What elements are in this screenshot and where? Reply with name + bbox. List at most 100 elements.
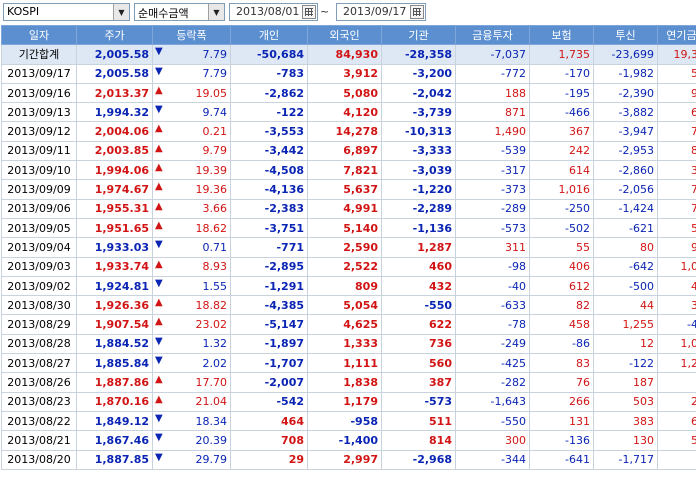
metric-select[interactable]: 순매수금액 ▼: [134, 3, 225, 21]
foreign-cell: 14,278: [307, 121, 382, 142]
foreign-cell: 809: [307, 275, 382, 297]
individual-cell: -2,007: [230, 372, 308, 393]
insurance-cell: 76: [529, 372, 594, 393]
table-row[interactable]: 2013/08/30 1,926.36 ▲ 18.82 -4,385 5,054 -550-…: [1, 295, 696, 316]
table-row[interactable]: 2013/09/17 2,005.58 ▼ 7.79 -783 3,912 -3,200 -7…: [1, 63, 696, 84]
column-header-insurance[interactable]: 보험: [529, 24, 594, 46]
table-row[interactable]: 2013/08/23 1,870.16 ▲ 21.04 -542 1,179 -573 -1,…: [1, 391, 696, 412]
change-cell: ▲ 19.05: [152, 82, 231, 104]
table-row[interactable]: 2013/08/22 1,849.12 ▼ 18.34 464 -958 511 -550 13…: [1, 410, 696, 432]
change-cell: ▲ 3.66: [152, 198, 231, 219]
financial-investment-cell: -633: [455, 295, 530, 316]
change-value: 23.02: [195, 318, 228, 332]
pension-cell: 625: [657, 102, 696, 123]
individual-cell: -122: [230, 102, 308, 123]
date-cell: 2013/08/28: [1, 333, 77, 355]
table-row[interactable]: 2013/08/20 1,887.85 ▼ 29.79 29 2,997 -2,968 -34…: [1, 449, 696, 470]
table-row[interactable]: 2013/08/29 1,907.54 ▲ 23.02 -5,147 4,625 622 -7…: [1, 314, 696, 335]
change-cell: ▲ 18.62: [152, 217, 231, 239]
investment-trust-cell: -3,947: [593, 121, 658, 142]
financial-investment-cell: -344: [455, 449, 530, 470]
column-header-date[interactable]: 일자: [1, 24, 77, 46]
column-header-pension[interactable]: 연기금등: [657, 24, 696, 46]
insurance-cell: 458: [529, 314, 594, 335]
pension-cell: 833: [657, 140, 696, 162]
column-header-institution[interactable]: 기관: [381, 24, 456, 46]
down-arrow-icon: ▼: [155, 335, 163, 347]
market-select[interactable]: KOSPI ▼: [3, 3, 130, 21]
table-row[interactable]: 2013/09/09 1,974.67 ▲ 19.36 -4,136 5,637 -1,22…: [1, 179, 696, 200]
institution-cell: -573: [381, 391, 456, 412]
change-value: 19.05: [195, 86, 228, 100]
institution-cell: 511: [381, 410, 456, 432]
pension-cell: 365: [657, 160, 696, 181]
change-cell: ▲ 0.21: [152, 121, 231, 142]
price-cell: 1,994.06: [76, 160, 153, 181]
change-value: 19.39: [195, 163, 228, 177]
calendar-icon[interactable]: [302, 5, 316, 19]
individual-cell: -542: [230, 391, 308, 412]
individual-cell: -3,553: [230, 121, 308, 142]
table-row[interactable]: 2013/09/04 1,933.03 ▼ 0.71 -771 2,590 1,287 311…: [1, 237, 696, 258]
column-header-price[interactable]: 주가: [76, 24, 153, 46]
individual-cell: 464: [230, 410, 308, 432]
down-arrow-icon: ▼: [155, 412, 163, 424]
change-cell: ▼ 1.32: [152, 333, 231, 355]
investment-trust-cell: -1,982: [593, 63, 658, 84]
column-header-financial-investment[interactable]: 금융투자: [455, 24, 530, 46]
financial-investment-cell: -317: [455, 160, 530, 181]
institution-cell: -10,313: [381, 121, 456, 142]
column-header-individual[interactable]: 개인: [230, 24, 308, 46]
investment-trust-cell: 187: [593, 372, 658, 393]
insurance-cell: 1,016: [529, 179, 594, 200]
financial-investment-cell: -289: [455, 198, 530, 219]
date-cell: 2013/09/06: [1, 198, 77, 219]
table-row[interactable]: 2013/09/16 2,013.37 ▲ 19.05 -2,862 5,080 -2,04…: [1, 82, 696, 104]
down-arrow-icon: ▼: [155, 277, 163, 289]
financial-investment-cell: -282: [455, 372, 530, 393]
table-header-row: 일자 주가 등락폭 개인 외국인 기관 금융투자 보험 투신 연기금등: [1, 24, 696, 46]
financial-investment-cell: -249: [455, 333, 530, 355]
pension-cell: 971: [657, 82, 696, 104]
period-total-row[interactable]: 기간합계 2,005.58 ▼ 7.79 -50,684 84,930 -28,358 -7,…: [1, 44, 696, 65]
investment-trust-cell: 1,255: [593, 314, 658, 335]
table-row[interactable]: 2013/09/06 1,955.31 ▲ 3.66 -2,383 4,991 -2,289…: [1, 198, 696, 219]
table-row[interactable]: 2013/08/26 1,887.86 ▲ 17.70 -2,007 1,838 387 -2…: [1, 372, 696, 393]
foreign-cell: 6,897: [307, 140, 382, 162]
table-row[interactable]: 2013/09/05 1,951.65 ▲ 18.62 -3,751 5,140 -1,13…: [1, 217, 696, 239]
pension-cell: 19,328: [657, 44, 696, 65]
pension-cell: 786: [657, 198, 696, 219]
financial-investment-cell: 311: [455, 237, 530, 258]
change-cell: ▲ 8.93: [152, 256, 231, 277]
institution-cell: 460: [381, 256, 456, 277]
date-cell: 2013/09/05: [1, 217, 77, 239]
change-value: 19.36: [195, 183, 228, 197]
column-header-change[interactable]: 등락폭: [152, 24, 231, 46]
table-row[interactable]: 2013/08/27 1,885.84 ▼ 2.02 -1,707 1,111 560 -42…: [1, 353, 696, 374]
table-row[interactable]: 2013/08/21 1,867.46 ▼ 20.39 708 -1,400 814 300-…: [1, 430, 696, 451]
column-header-investment-trust[interactable]: 투신: [593, 24, 658, 46]
change-cell: ▲ 18.82: [152, 295, 231, 316]
institution-cell: 560: [381, 353, 456, 374]
table-row[interactable]: 2013/09/13 1,994.32 ▼ 9.74 -122 4,120 -3,739 87…: [1, 102, 696, 123]
table-row[interactable]: 2013/09/12 2,004.06 ▲ 0.21 -3,553 14,278 -10,3…: [1, 121, 696, 142]
individual-cell: -2,862: [230, 82, 308, 104]
table-row[interactable]: 2013/09/03 1,933.74 ▲ 8.93 -2,895 2,522 460 -98…: [1, 256, 696, 277]
table-row[interactable]: 2013/09/10 1,994.06 ▲ 19.39 -4,508 7,821 -3,03…: [1, 160, 696, 181]
column-header-foreign[interactable]: 외국인: [307, 24, 382, 46]
start-date-value: 2013/08/01: [236, 5, 300, 18]
calendar-icon[interactable]: [410, 5, 424, 19]
change-cell: ▼ 7.79: [152, 44, 231, 65]
start-date-field[interactable]: 2013/08/01: [229, 3, 318, 21]
end-date-field[interactable]: 2013/09/17: [336, 3, 426, 21]
price-cell: 1,955.31: [76, 198, 153, 219]
change-cell: ▼ 7.79: [152, 63, 231, 84]
chevron-down-icon[interactable]: ▼: [208, 4, 224, 20]
institution-cell: -28,358: [381, 44, 456, 65]
table-row[interactable]: 2013/09/11 2,003.85 ▲ 9.79 -3,442 6,897 -3,333…: [1, 140, 696, 162]
down-arrow-icon: ▼: [155, 451, 163, 463]
table-row[interactable]: 2013/08/28 1,884.52 ▼ 1.32 -1,897 1,333 736 -24…: [1, 333, 696, 355]
chevron-down-icon[interactable]: ▼: [113, 4, 129, 20]
table-row[interactable]: 2013/09/02 1,924.81 ▼ 1.55 -1,291 809 432 -40 61…: [1, 275, 696, 297]
pension-cell: 552: [657, 430, 696, 451]
